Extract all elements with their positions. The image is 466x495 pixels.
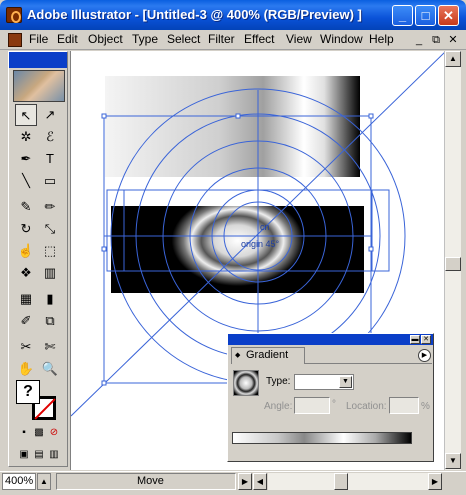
- scroll-down-button[interactable]: ▼: [445, 453, 461, 469]
- none-mode-icon[interactable]: ⊘: [43, 422, 65, 444]
- handle-top-left: [101, 113, 107, 119]
- handle-mid-right: [368, 246, 374, 252]
- palette-close-button[interactable]: ✕: [421, 335, 431, 344]
- location-input[interactable]: [389, 397, 419, 414]
- menu-object[interactable]: Object: [88, 32, 123, 46]
- status-tool-display: Move: [56, 473, 236, 490]
- maximize-button[interactable]: □: [415, 5, 436, 26]
- menu-view[interactable]: View: [286, 32, 312, 46]
- vertical-scrollbar[interactable]: ▲ ▼: [444, 51, 461, 470]
- type-tool-icon[interactable]: T: [39, 148, 61, 170]
- symbol-sprayer-tool-icon[interactable]: ❖: [15, 262, 37, 284]
- menu-bar: File Edit Object Type Select Filter Effe…: [0, 30, 466, 50]
- mdi-close-button[interactable]: ✕: [446, 33, 460, 47]
- minimize-button[interactable]: _: [392, 5, 413, 26]
- scroll-left-button[interactable]: ◀: [253, 473, 267, 490]
- tab-divider: [305, 363, 432, 364]
- mesh-tool-icon[interactable]: ▦: [15, 288, 37, 310]
- radial-gradient-rectangle: [111, 206, 364, 293]
- document-icon[interactable]: [8, 33, 22, 47]
- scale-tool-icon[interactable]: ⤡: [39, 218, 61, 240]
- magic-wand-tool-icon[interactable]: ✲: [15, 126, 37, 148]
- angle-unit: °: [332, 399, 336, 410]
- type-label: Type:: [266, 376, 291, 387]
- menu-select[interactable]: Select: [167, 32, 200, 46]
- palette-menu-button[interactable]: ▶: [418, 349, 431, 362]
- fill-stroke-swatches[interactable]: ?: [14, 378, 62, 422]
- type-select[interactable]: ▼: [294, 374, 354, 390]
- hand-tool-icon[interactable]: ✋: [15, 358, 37, 380]
- status-menu-button[interactable]: ▶: [238, 473, 252, 490]
- lasso-tool-icon[interactable]: ℰ: [39, 126, 61, 148]
- menu-filter[interactable]: Filter: [208, 32, 235, 46]
- selection-tool-icon[interactable]: ↖: [15, 104, 37, 126]
- handle-bottom-left: [101, 380, 107, 386]
- illustrator-app-icon[interactable]: [6, 7, 22, 23]
- window-title: Adobe Illustrator - [Untitled-3 @ 400% (…: [27, 7, 362, 22]
- mdi-restore-button[interactable]: ⧉: [429, 33, 443, 47]
- direct-selection-tool-icon[interactable]: ↗: [39, 104, 61, 126]
- handle-top-mid: [235, 113, 241, 119]
- horizontal-scrollbar[interactable]: [268, 473, 428, 490]
- status-bar: 400% ▲ Move ▶ ◀ ▶: [0, 471, 466, 491]
- vertical-scroll-thumb[interactable]: [445, 257, 461, 271]
- zoom-dropdown-button[interactable]: ▲: [37, 473, 51, 490]
- graph-tool-icon[interactable]: ▥: [39, 262, 61, 284]
- tab-gradient[interactable]: Gradient: [231, 347, 305, 364]
- close-button[interactable]: ✕: [438, 5, 459, 26]
- fill-swatch[interactable]: ?: [16, 380, 40, 404]
- mdi-minimize-button[interactable]: _: [412, 33, 426, 47]
- chevron-down-icon[interactable]: ▼: [339, 376, 352, 388]
- handle-top-right: [368, 113, 374, 119]
- warp-tool-icon[interactable]: ☝: [15, 240, 37, 262]
- horizontal-scroll-thumb[interactable]: [334, 473, 348, 490]
- handle-mid-left: [101, 246, 107, 252]
- rotate-tool-icon[interactable]: ↻: [15, 218, 37, 240]
- zoom-level-field[interactable]: 400%: [2, 473, 36, 490]
- menu-window[interactable]: Window: [320, 32, 363, 46]
- menu-file[interactable]: File: [29, 32, 48, 46]
- menu-edit[interactable]: Edit: [57, 32, 78, 46]
- menu-type[interactable]: Type: [132, 32, 158, 46]
- menu-help[interactable]: Help: [369, 32, 394, 46]
- pencil-tool-icon[interactable]: ✏: [39, 196, 61, 218]
- origin-label: origin 45°: [241, 239, 280, 249]
- slice-tool-icon[interactable]: ✂: [15, 336, 37, 358]
- zoom-tool-icon[interactable]: 🔍: [39, 358, 61, 380]
- eyedropper-tool-icon[interactable]: ✐: [15, 310, 37, 332]
- toolbox-splash-image: [13, 70, 65, 102]
- palette-minimize-button[interactable]: ▬: [410, 335, 420, 344]
- line-tool-icon[interactable]: ╲: [15, 170, 37, 192]
- gradient-preview-swatch[interactable]: [233, 370, 259, 396]
- center-label: cn: [260, 222, 270, 232]
- toolbox-titlebar[interactable]: [9, 52, 67, 68]
- scissors-tool-icon[interactable]: ✄: [39, 336, 61, 358]
- blend-tool-icon[interactable]: ⧉: [39, 310, 61, 332]
- gradient-palette: ▬ ✕ Gradient ▶ Type: ▼ Angle: ° Location…: [227, 333, 434, 462]
- angle-label: Angle:: [264, 401, 293, 412]
- gradient-palette-titlebar[interactable]: ▬ ✕: [228, 334, 433, 345]
- angle-input[interactable]: [294, 397, 330, 414]
- scroll-right-button[interactable]: ▶: [428, 473, 442, 490]
- location-label: Location:: [346, 401, 387, 412]
- full-screen-mode-icon[interactable]: ▥: [43, 444, 65, 466]
- pen-tool-icon[interactable]: ✒: [15, 148, 37, 170]
- rectangle-tool-icon[interactable]: ▭: [39, 170, 61, 192]
- paintbrush-tool-icon[interactable]: ✎: [15, 196, 37, 218]
- location-unit: %: [421, 401, 430, 412]
- toolbox-panel: ↖ ↗ ✲ ℰ ✒ T ╲ ▭ ✎ ✏ ↻ ⤡ ☝ ⬚ ❖ ▥ ▦ ▮ ✐ ⧉ ✂ ✄ ✋ 🔍 ? ▪ ▩ ⊘ ▣ ▤ ▥: [8, 51, 68, 467]
- free-transform-tool-icon[interactable]: ⬚: [39, 240, 61, 262]
- menu-effect[interactable]: Effect: [244, 32, 274, 46]
- gradient-slider[interactable]: [232, 432, 412, 444]
- title-bar: Adobe Illustrator - [Untitled-3 @ 400% (…: [0, 0, 466, 30]
- scroll-up-button[interactable]: ▲: [445, 51, 461, 67]
- gradient-tool-icon[interactable]: ▮: [39, 288, 61, 310]
